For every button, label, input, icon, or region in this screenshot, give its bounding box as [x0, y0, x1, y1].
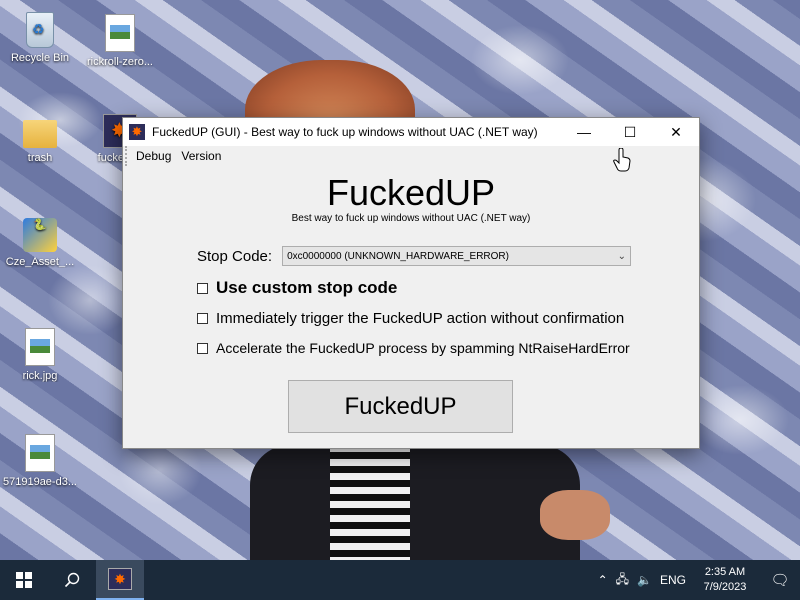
network-icon[interactable]: 🖧 [612, 570, 633, 591]
maximize-button[interactable]: ☐ [607, 118, 653, 146]
taskbar: ✸ ⌃ 🖧 🔈 ENG 2:35 AM 7/9/2023 🗨 [0, 560, 800, 600]
accelerate-checkbox[interactable]: Accelerate the FuckedUP process by spamm… [197, 340, 630, 356]
python-app-icon [23, 218, 57, 252]
search-button[interactable] [48, 560, 96, 600]
menu-debug[interactable]: Debug [131, 149, 176, 163]
image-file-icon [105, 14, 135, 52]
accelerate-label: Accelerate the FuckedUP process by spamm… [216, 340, 630, 356]
close-button[interactable]: ✕ [653, 118, 699, 146]
system-tray: ⌃ 🖧 🔈 ENG 2:35 AM 7/9/2023 🗨 [594, 560, 800, 600]
custom-stop-code-checkbox[interactable]: Use custom stop code [197, 278, 397, 298]
checkbox-icon [197, 313, 208, 324]
recycle-bin-icon [26, 12, 54, 48]
clock[interactable]: 2:35 AM 7/9/2023 [690, 565, 760, 595]
taskbar-app-fuckedup[interactable]: ✸ [96, 560, 144, 600]
folder-icon [23, 120, 57, 148]
chevron-down-icon: ⌄ [617, 251, 627, 262]
fuckedup-action-button[interactable]: FuckedUP [288, 380, 513, 433]
stop-code-value: 0xc0000000 (UNKNOWN_HARDWARE_ERROR) [287, 251, 509, 262]
checkbox-icon [197, 342, 208, 354]
chevron-up-icon[interactable]: ⌃ [594, 573, 612, 587]
fuckedup-app-icon: ✸ [108, 568, 132, 590]
menu-version[interactable]: Version [176, 149, 226, 163]
desktop-icon-label: rickroll-zero... [86, 56, 153, 68]
desktop-icon-571919ae[interactable]: 571919ae-d3... [2, 434, 78, 488]
window-title: FuckedUP (GUI) - Best way to fuck up win… [152, 125, 538, 139]
custom-stop-code-label: Use custom stop code [216, 278, 398, 297]
window-titlebar[interactable]: ✸ FuckedUP (GUI) - Best way to fuck up w… [123, 118, 699, 146]
start-button[interactable] [0, 560, 48, 600]
image-file-icon [25, 434, 55, 472]
stop-code-label: Stop Code: [197, 247, 273, 265]
desktop-icon-trash[interactable]: trash [2, 112, 78, 164]
stop-code-row: Stop Code: 0xc0000000 (UNKNOWN_HARDWARE_… [197, 246, 632, 266]
image-file-icon [25, 328, 55, 366]
desktop-icon-rick-jpg[interactable]: rick.jpg [2, 328, 78, 382]
desktop-icon-label: Cze_Asset_... [5, 256, 75, 268]
fuckedup-app-icon: ✸ [129, 124, 145, 140]
hand-cursor-icon [613, 148, 631, 172]
wallpaper-figure-body [250, 445, 580, 560]
immediate-trigger-label: Immediately trigger the FuckedUP action … [216, 310, 625, 327]
clock-time: 2:35 AM [704, 566, 746, 578]
checkbox-icon [197, 282, 208, 294]
desktop-icon-label: Recycle Bin [10, 52, 70, 64]
stop-code-dropdown[interactable]: 0xc0000000 (UNKNOWN_HARDWARE_ERROR) ⌄ [282, 246, 632, 266]
window-controls: — ☐ ✕ [561, 118, 699, 146]
clock-date: 7/9/2023 [703, 581, 747, 593]
desktop-icon-recycle-bin[interactable]: Recycle Bin [2, 12, 78, 64]
language-indicator[interactable]: ENG [656, 573, 690, 587]
desktop-icon-rickroll[interactable]: rickroll-zero... [82, 14, 158, 68]
wallpaper-figure-hand [540, 490, 610, 540]
wallpaper-figure-shirt [330, 445, 410, 560]
app-heading: FuckedUP [326, 172, 496, 213]
windows-logo-icon [16, 572, 32, 588]
desktop-icon-label: rick.jpg [22, 370, 58, 382]
speaker-icon[interactable]: 🔈 [633, 573, 656, 587]
app-subheading: Best way to fuck up windows without UAC … [291, 213, 531, 224]
search-icon [64, 572, 80, 588]
notifications-icon[interactable]: 🗨 [760, 571, 800, 589]
desktop-icon-label: 571919ae-d3... [2, 476, 77, 488]
minimize-button[interactable]: — [561, 118, 607, 146]
desktop-icon-label: trash [27, 152, 53, 164]
immediate-trigger-checkbox[interactable]: Immediately trigger the FuckedUP action … [197, 310, 624, 327]
desktop-icon-cze-asset[interactable]: Cze_Asset_... [2, 218, 78, 268]
